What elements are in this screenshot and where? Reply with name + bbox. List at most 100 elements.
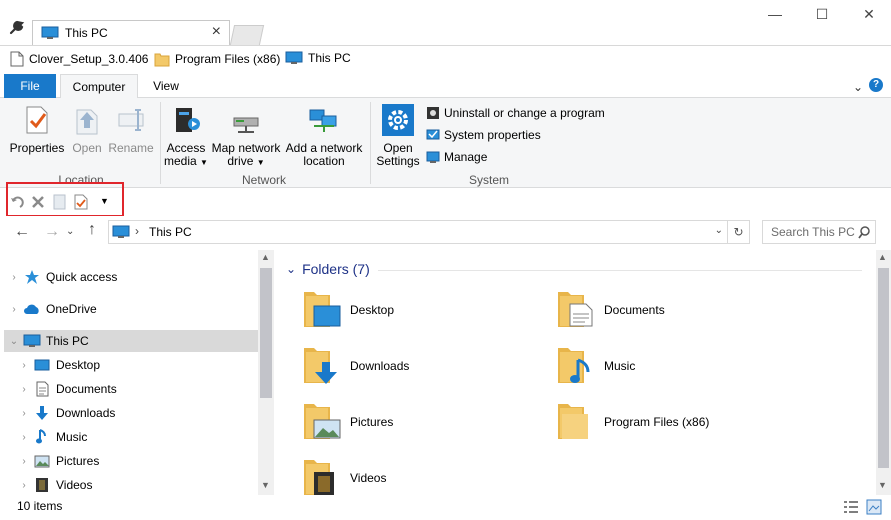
tab-title: This PC: [65, 26, 108, 40]
music-folder-icon: [558, 348, 590, 383]
refresh-button[interactable]: ↻: [728, 220, 750, 244]
computer-icon: [112, 225, 130, 238]
manage-button[interactable]: Manage: [426, 150, 487, 164]
folder-desktop[interactable]: Desktop: [302, 290, 394, 330]
videos-icon: [36, 478, 48, 492]
search-input[interactable]: Search This PC: [762, 220, 876, 244]
back-button[interactable]: ←: [14, 223, 30, 241]
bookmark-this-pc[interactable]: This PC: [285, 51, 351, 65]
ribbon: Properties Open Rename Location Access m…: [0, 98, 891, 188]
item-count: 10 items: [17, 499, 63, 513]
properties-icon: [26, 106, 48, 134]
content-scrollbar-thumb[interactable]: [878, 268, 889, 468]
uninstall-program-button[interactable]: Uninstall or change a program: [426, 106, 605, 120]
nav-item-videos[interactable]: › Videos: [0, 474, 258, 496]
settings-gear-icon: [382, 104, 414, 136]
folder-downloads[interactable]: Downloads: [302, 346, 409, 386]
pictures-icon: [34, 455, 50, 467]
map-network-drive-button[interactable]: Map network drive ▼: [210, 104, 282, 169]
folder-program-files[interactable]: Program Files (x86): [556, 402, 709, 442]
search-placeholder: Search This PC: [771, 225, 855, 239]
downloads-folder-icon: [304, 348, 337, 384]
group-separator: [370, 102, 371, 184]
group-label-network: Network: [241, 173, 286, 187]
uninstall-icon: [427, 107, 439, 119]
nav-item-desktop[interactable]: › Desktop: [0, 354, 258, 376]
desktop-icon: [34, 359, 50, 371]
search-icon[interactable]: [858, 226, 871, 239]
desktop-folder-icon: [304, 292, 341, 327]
up-button[interactable]: ↑: [88, 221, 96, 239]
folder-pictures[interactable]: Pictures: [302, 402, 393, 442]
computer-icon: [285, 51, 303, 64]
help-icon[interactable]: ?: [869, 78, 883, 92]
cloud-icon: [24, 304, 39, 314]
address-history-dropdown[interactable]: ⌄: [715, 225, 723, 236]
bookmark-bar: Clover_Setup_3.0.406 Program Files (x86)…: [0, 45, 891, 73]
tab-view[interactable]: View: [140, 74, 192, 98]
tab-computer[interactable]: Computer: [60, 74, 138, 99]
open-button[interactable]: Open: [68, 104, 106, 155]
documents-folder-icon: [558, 292, 593, 327]
computer-icon: [23, 334, 41, 347]
bookmark-program-files[interactable]: Program Files (x86): [154, 51, 280, 67]
open-settings-button[interactable]: Open Settings: [374, 104, 422, 168]
navigation-pane: › Quick access › OneDrive ⌄ This PC › De…: [0, 250, 272, 495]
group-separator: [160, 102, 161, 184]
wrench-icon[interactable]: [8, 18, 26, 36]
music-icon: [36, 429, 46, 444]
media-server-icon: [176, 108, 200, 132]
chevron-down-icon: ⌄: [286, 262, 297, 276]
breadcrumb-this-pc[interactable]: This PC: [149, 225, 192, 239]
computer-icon: [41, 26, 59, 39]
folder-music[interactable]: Music: [556, 346, 635, 386]
add-network-location-button[interactable]: Add a network location: [284, 104, 364, 168]
access-media-button[interactable]: Access media ▼: [164, 104, 208, 169]
nav-item-pictures[interactable]: › Pictures: [0, 450, 258, 472]
nav-scrollbar-thumb[interactable]: [260, 268, 272, 398]
download-icon: [36, 406, 48, 420]
minimize-button[interactable]: —: [760, 6, 790, 22]
close-window-button[interactable]: ✕: [854, 6, 884, 23]
rename-button[interactable]: Rename: [108, 104, 154, 155]
nav-item-downloads[interactable]: › Downloads: [0, 402, 258, 424]
large-icons-view-icon[interactable]: [866, 499, 882, 515]
documents-icon: [36, 381, 48, 397]
file-icon: [10, 51, 24, 67]
folders-group-header[interactable]: ⌄ Folders (7): [286, 261, 370, 277]
browser-tab-this-pc[interactable]: This PC ×: [32, 20, 230, 45]
nav-item-music[interactable]: › Music: [0, 426, 258, 448]
maximize-button[interactable]: ☐: [807, 6, 837, 23]
system-properties-icon: [426, 129, 440, 140]
nav-item-quick-access[interactable]: › Quick access: [0, 266, 258, 288]
quick-access-toolbar: ▼: [0, 188, 891, 216]
system-properties-button[interactable]: System properties: [426, 128, 541, 142]
bookmark-clover-setup[interactable]: Clover_Setup_3.0.406: [10, 51, 148, 67]
pictures-folder-icon: [304, 404, 341, 439]
nav-item-onedrive[interactable]: › OneDrive: [0, 298, 258, 320]
address-bar[interactable]: › This PC ⌄: [108, 220, 728, 244]
chevron-down-icon[interactable]: ⌄: [853, 80, 863, 94]
nav-item-this-pc[interactable]: ⌄ This PC: [4, 330, 258, 352]
close-tab-icon[interactable]: ×: [212, 23, 221, 41]
network-location-icon: [309, 109, 337, 132]
tab-file[interactable]: File: [4, 74, 56, 98]
properties-button[interactable]: Properties: [8, 104, 66, 155]
manage-icon: [426, 151, 440, 163]
star-icon: [25, 270, 39, 284]
forward-button[interactable]: →: [44, 223, 60, 241]
folder-icon: [154, 53, 170, 67]
folder-icon: [558, 404, 588, 439]
divider: [378, 270, 862, 271]
rename-icon: [118, 109, 144, 131]
details-view-icon[interactable]: [843, 500, 859, 514]
folder-videos[interactable]: Videos: [302, 458, 386, 498]
videos-folder-icon: [304, 460, 334, 496]
folder-documents[interactable]: Documents: [556, 290, 665, 330]
new-tab-button[interactable]: [229, 25, 265, 45]
network-drive-icon: [233, 117, 259, 133]
nav-item-documents[interactable]: › Documents: [0, 378, 258, 400]
recent-locations-dropdown[interactable]: ⌄: [66, 226, 74, 237]
status-bar: 10 items: [0, 495, 891, 520]
group-label-system: System: [468, 173, 509, 187]
